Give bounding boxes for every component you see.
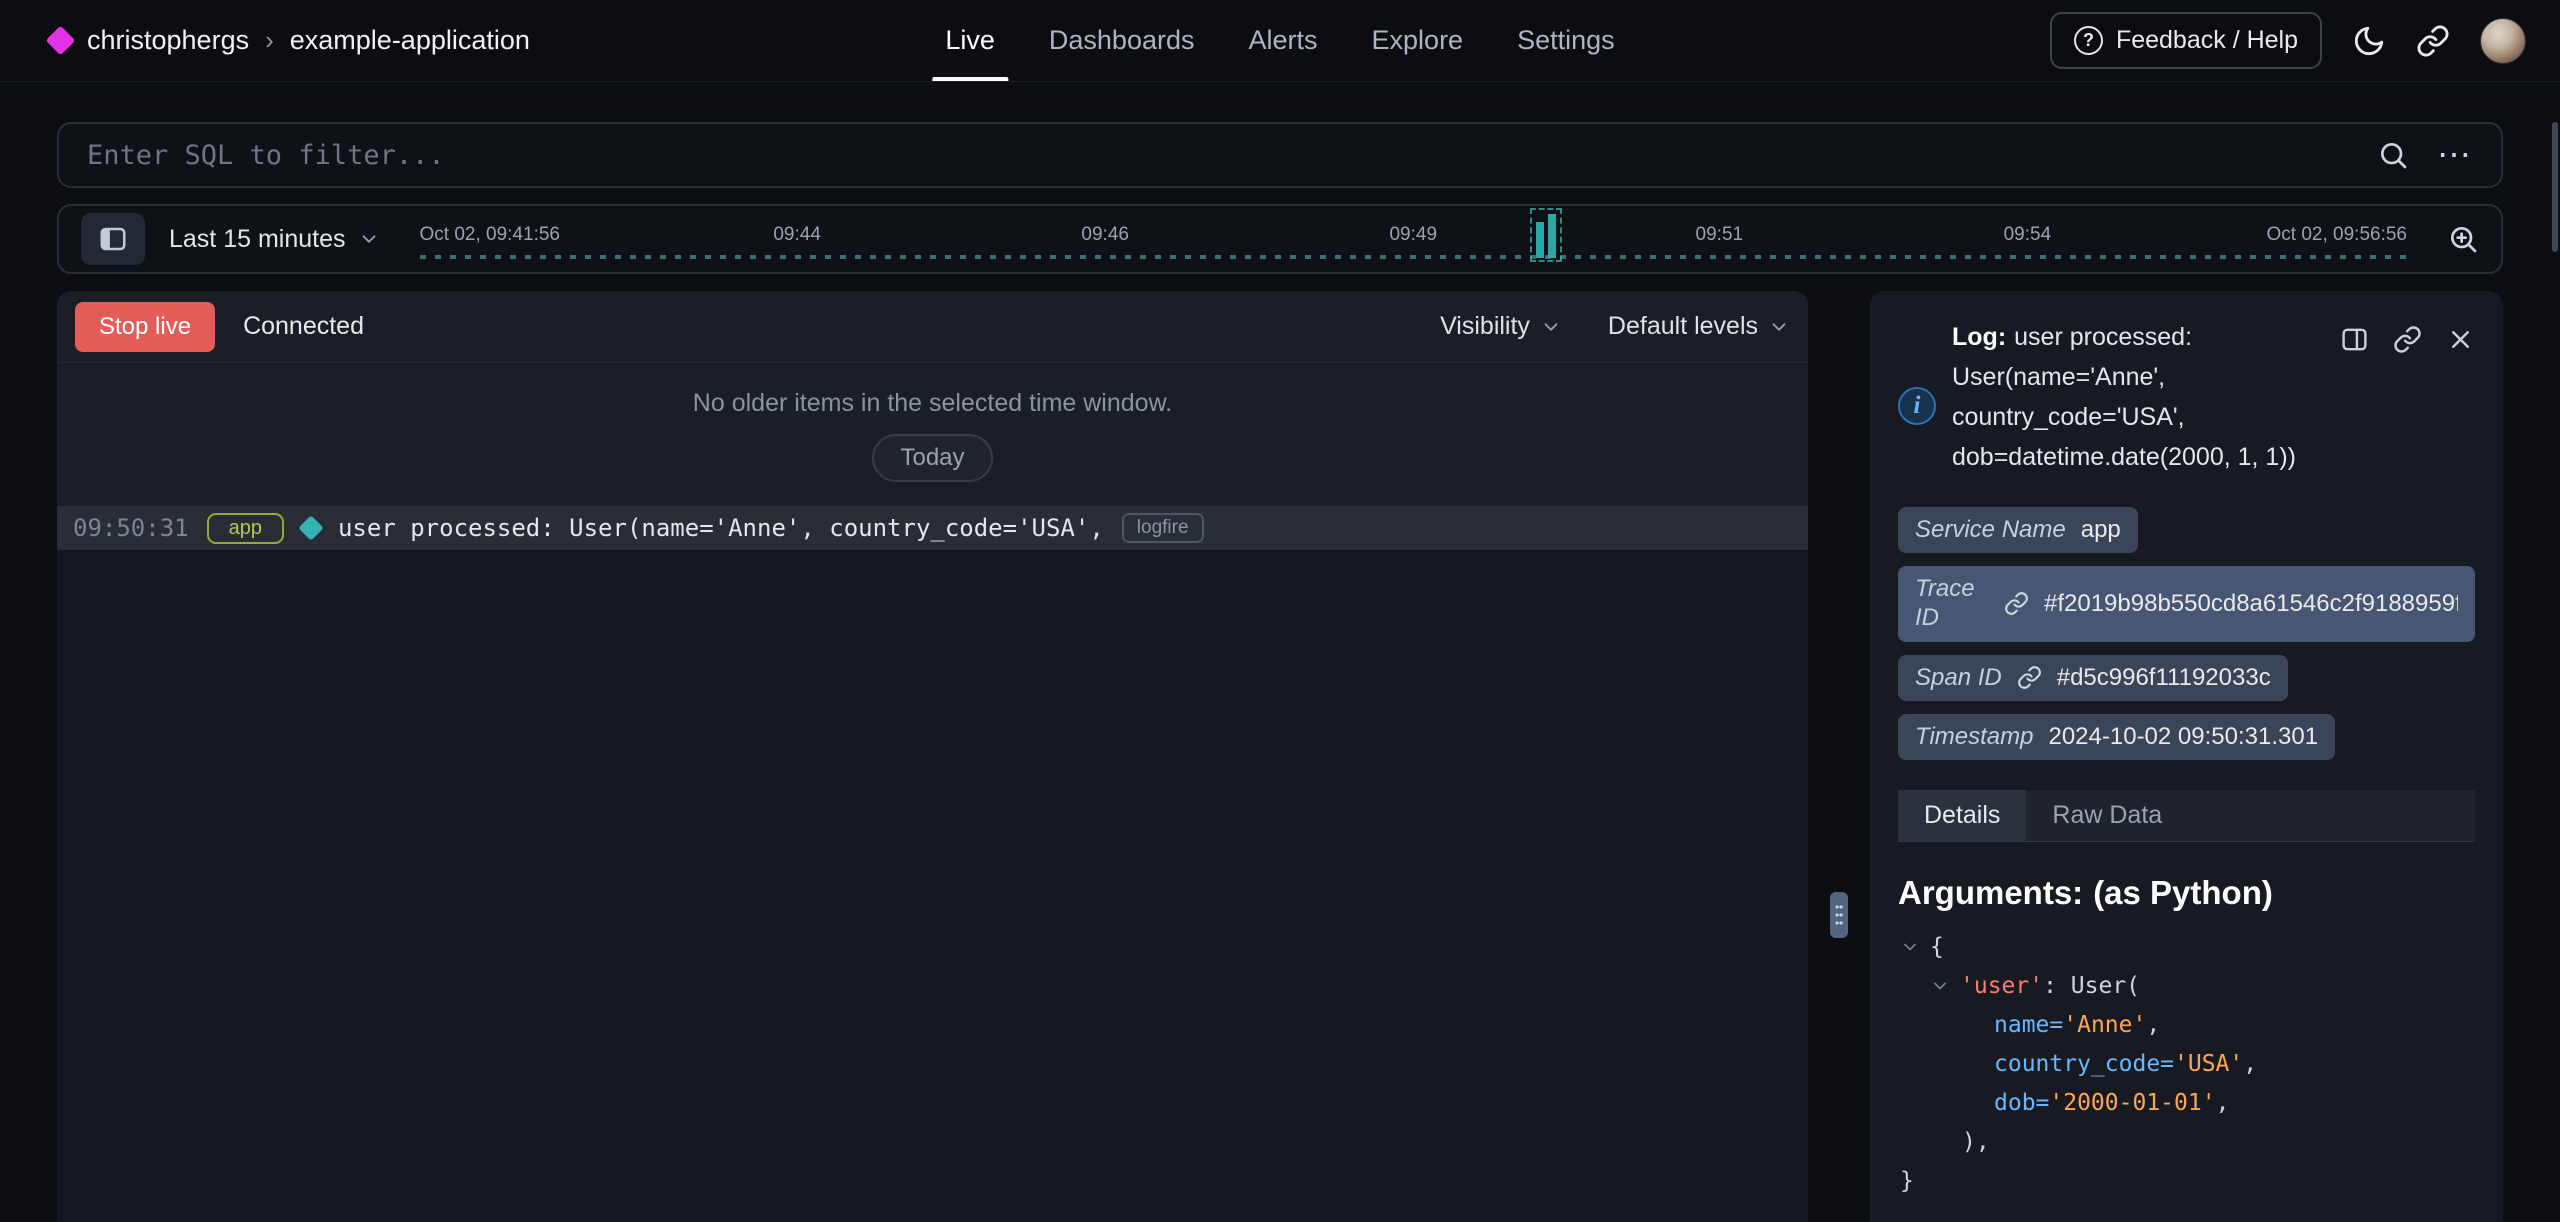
timeline-tick-label: 09:49 bbox=[1389, 224, 1437, 246]
close-icon[interactable] bbox=[2446, 325, 2475, 354]
share-link-icon[interactable] bbox=[2416, 24, 2450, 58]
empty-window-message: No older items in the selected time wind… bbox=[57, 389, 1808, 418]
code-line: { bbox=[1898, 928, 2475, 967]
breadcrumb-separator: › bbox=[265, 25, 274, 56]
field-label: Span ID bbox=[1915, 664, 2002, 692]
visibility-dropdown[interactable]: Visibility bbox=[1440, 312, 1562, 341]
code-line: name='Anne', bbox=[1898, 1006, 2475, 1045]
sidebar-toggle-icon[interactable] bbox=[81, 213, 145, 265]
log-list-empty-area bbox=[57, 550, 1808, 1222]
timeline-track[interactable]: Oct 02, 09:41:56 09:44 09:46 09:49 09:51 09:5… bbox=[420, 206, 2408, 272]
timeline-spike bbox=[1530, 208, 1562, 262]
tab-live[interactable]: Live bbox=[918, 0, 1022, 81]
default-levels-dropdown[interactable]: Default levels bbox=[1608, 312, 1790, 341]
timeline-baseline bbox=[420, 255, 2408, 259]
detail-tabs: DetailsRaw Data bbox=[1898, 790, 2475, 842]
field-span-id[interactable]: Span ID #d5c996f11192033c bbox=[1898, 655, 2288, 701]
detail-fields: Service Name app Trace ID #f2019b98b550cd8a… bbox=[1898, 507, 2475, 760]
log-level-diamond-icon bbox=[298, 515, 323, 540]
log-timestamp: 09:50:31 bbox=[73, 514, 189, 542]
question-icon: ? bbox=[2074, 26, 2103, 55]
collapse-chevron-icon[interactable] bbox=[1900, 928, 1930, 967]
code-line: ), bbox=[1898, 1123, 2475, 1162]
nav-actions: ? Feedback / Help bbox=[2050, 12, 2526, 69]
detail-actions bbox=[2340, 325, 2475, 354]
field-timestamp: Timestamp 2024-10-02 09:50:31.301 bbox=[1898, 714, 2335, 760]
copy-link-icon[interactable] bbox=[2393, 325, 2422, 354]
code-line: } bbox=[1898, 1162, 2475, 1201]
tab-dashboards[interactable]: Dashboards bbox=[1022, 0, 1222, 81]
tab-settings[interactable]: Settings bbox=[1490, 0, 1642, 81]
info-level-icon: i bbox=[1898, 387, 1936, 425]
link-icon[interactable] bbox=[2004, 591, 2029, 616]
timeline-tick-label: 09:46 bbox=[1081, 224, 1129, 246]
log-message: user processed: User(name='Anne', countr… bbox=[338, 514, 1104, 542]
more-options-icon[interactable]: ⋯ bbox=[2437, 138, 2473, 172]
page-scrollbar-thumb[interactable] bbox=[2552, 122, 2558, 252]
nav-tabs: LiveDashboardsAlertsExploreSettings bbox=[918, 0, 1641, 81]
field-label: Service Name bbox=[1915, 516, 2066, 544]
feedback-help-button[interactable]: ? Feedback / Help bbox=[2050, 12, 2322, 69]
tab-alerts[interactable]: Alerts bbox=[1221, 0, 1344, 81]
today-button[interactable]: Today bbox=[872, 434, 992, 482]
field-value: #d5c996f11192033c bbox=[2057, 664, 2271, 692]
sql-filter-bar: ⋯ bbox=[57, 122, 2503, 188]
detail-tab-raw-data[interactable]: Raw Data bbox=[2026, 790, 2188, 841]
service-badge[interactable]: app bbox=[207, 513, 284, 544]
user-avatar[interactable] bbox=[2480, 18, 2526, 64]
sql-filter-input[interactable] bbox=[87, 140, 2377, 171]
breadcrumb: christophergs › example-application bbox=[50, 25, 530, 56]
search-icon[interactable] bbox=[2377, 139, 2409, 171]
code-line: country_code='USA', bbox=[1898, 1045, 2475, 1084]
dark-mode-moon-icon[interactable] bbox=[2352, 24, 2386, 58]
timeline-tick-label: Oct 02, 09:56:56 bbox=[2267, 224, 2408, 246]
panel-splitter bbox=[1808, 291, 1870, 1222]
timeline-tick-label: 09:44 bbox=[773, 224, 821, 246]
timeline-bar: Last 15 minutes Oct 02, 09:41:56 09:44 09:… bbox=[57, 204, 2503, 274]
main-content: Stop live Connected Visibility Default l… bbox=[57, 291, 2503, 1222]
detail-tab-details[interactable]: Details bbox=[1898, 790, 2026, 841]
breadcrumb-project[interactable]: example-application bbox=[290, 25, 530, 56]
chevron-down-icon bbox=[1768, 316, 1790, 338]
chevron-down-icon bbox=[1540, 316, 1562, 338]
detail-header: i Log:user processed: User(name='Anne', … bbox=[1898, 317, 2475, 477]
field-service-name: Service Name app bbox=[1898, 507, 2138, 553]
log-detail-panel: i Log:user processed: User(name='Anne', … bbox=[1870, 291, 2503, 1222]
breadcrumb-org[interactable]: christophergs bbox=[87, 25, 249, 56]
code-line: dob='2000-01-01', bbox=[1898, 1084, 2475, 1123]
connection-status: Connected bbox=[243, 312, 364, 341]
field-value: 2024-10-02 09:50:31.301 bbox=[2048, 723, 2318, 751]
field-value: app bbox=[2081, 516, 2121, 544]
tab-explore[interactable]: Explore bbox=[1345, 0, 1491, 81]
field-trace-id[interactable]: Trace ID #f2019b98b550cd8a61546c2f9188959… bbox=[1898, 566, 2475, 642]
log-row[interactable]: 09:50:31 app user processed: User(name='… bbox=[57, 506, 1808, 550]
time-range-select[interactable]: Last 15 minutes bbox=[169, 225, 380, 254]
field-label: Timestamp bbox=[1915, 723, 2033, 751]
field-label: Trace ID bbox=[1915, 575, 1989, 633]
timeline-tick-label: 09:51 bbox=[1696, 224, 1744, 246]
detail-title-prefix: Log: bbox=[1952, 323, 2006, 351]
field-value: #f2019b98b550cd8a61546c2f9188959f bbox=[2044, 590, 2458, 618]
stop-live-button[interactable]: Stop live bbox=[75, 302, 215, 352]
code-line: 'user': User( bbox=[1898, 967, 2475, 1006]
zoom-in-icon[interactable] bbox=[2447, 223, 2479, 255]
detail-title: Log:user processed: User(name='Anne', co… bbox=[1952, 317, 2318, 477]
top-nav: christophergs › example-application Live… bbox=[0, 0, 2560, 82]
timeline-tick-label: Oct 02, 09:41:56 bbox=[420, 224, 561, 246]
live-panel: Stop live Connected Visibility Default l… bbox=[57, 291, 1808, 1222]
open-in-panel-icon[interactable] bbox=[2340, 325, 2369, 354]
arguments-code-block: {'user': User(name='Anne',country_code='… bbox=[1898, 928, 2475, 1201]
logfire-logo-icon bbox=[46, 26, 76, 56]
live-panel-header: Stop live Connected Visibility Default l… bbox=[57, 291, 1808, 363]
collapse-chevron-icon[interactable] bbox=[1930, 967, 1960, 1006]
arguments-heading: Arguments:(as Python) bbox=[1898, 874, 2475, 912]
time-range-label: Last 15 minutes bbox=[169, 225, 346, 254]
logfire-tag-badge[interactable]: logfire bbox=[1122, 513, 1204, 543]
chevron-down-icon bbox=[358, 228, 380, 250]
link-icon[interactable] bbox=[2017, 665, 2042, 690]
timeline-tick-label: 09:54 bbox=[2004, 224, 2052, 246]
splitter-drag-handle[interactable] bbox=[1830, 892, 1848, 938]
feedback-help-label: Feedback / Help bbox=[2116, 26, 2298, 55]
